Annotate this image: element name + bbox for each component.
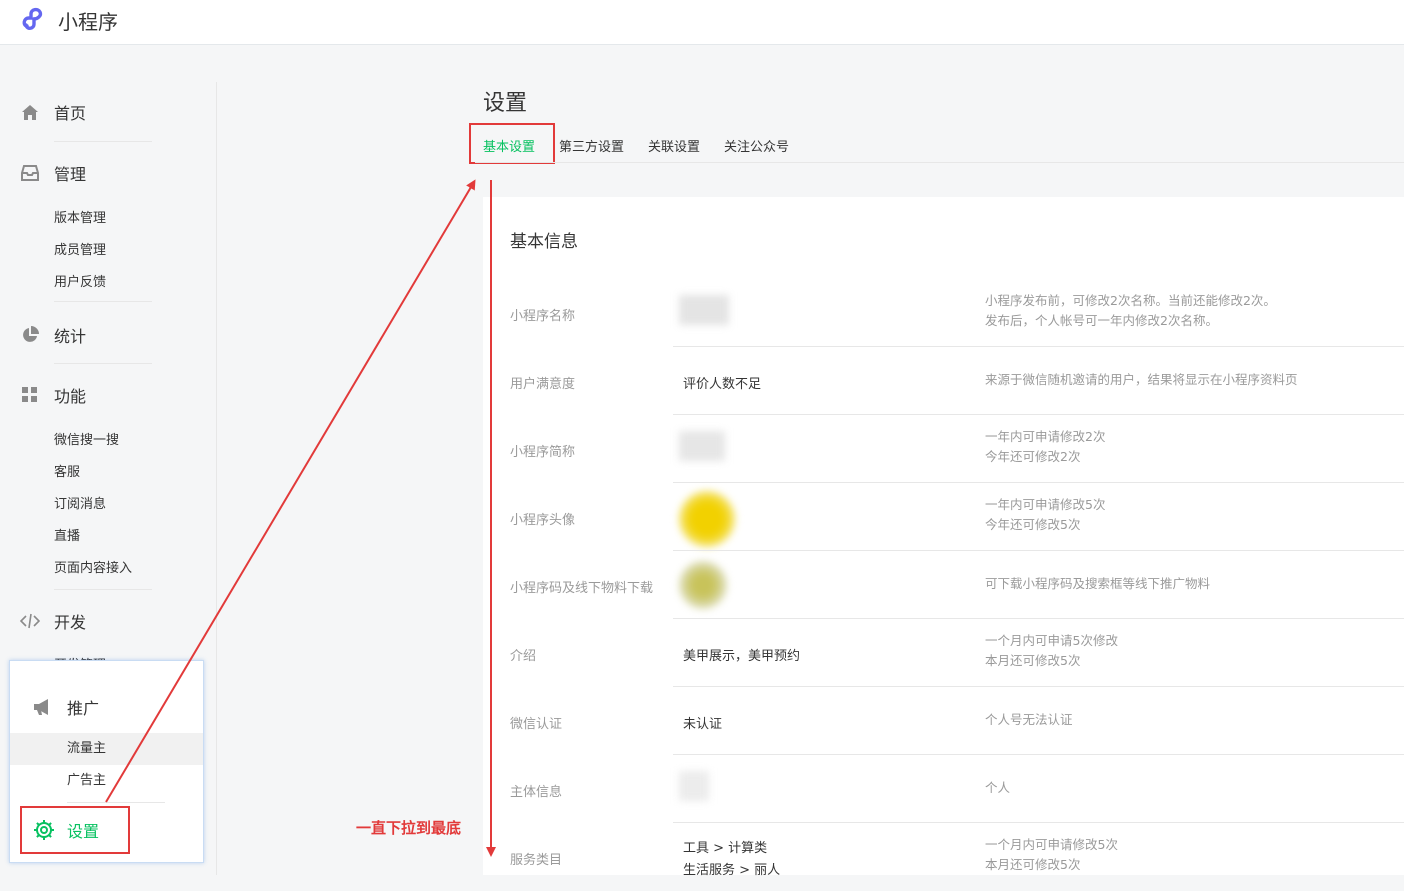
sidebar-item-label: 开发 bbox=[54, 613, 87, 632]
divider bbox=[67, 802, 165, 803]
basic-info-card: 基本信息 小程序名称 小程序发布前，可修改2次名称。当前还能修改2次。 发布后，… bbox=[483, 197, 1404, 878]
row-label: 小程序头像 bbox=[510, 513, 576, 528]
grid-icon bbox=[20, 385, 40, 405]
mini-program-logo-icon[interactable] bbox=[21, 6, 51, 32]
row-value: 未认证 bbox=[683, 717, 723, 732]
sidebar-item-advertiser[interactable]: 广告主 bbox=[10, 765, 203, 797]
promotion-popup-menu: 推广 流量主 广告主 设置 bbox=[9, 660, 204, 863]
divider bbox=[54, 363, 152, 364]
row-desc-1: 一个月内可申请5次修改 bbox=[985, 633, 1118, 648]
row-desc-2: 本月还可修改5次 bbox=[985, 857, 1081, 872]
annotation-text: 一直下拉到最底 bbox=[356, 819, 462, 837]
row-label: 小程序简称 bbox=[510, 445, 576, 460]
divider bbox=[54, 141, 152, 142]
row-label: 主体信息 bbox=[510, 785, 563, 800]
sidebar-item-label: 功能 bbox=[54, 387, 87, 406]
sidebar-item-features[interactable]: 功能 bbox=[20, 383, 86, 407]
row-desc-2: 发布后，个人帐号可一年内修改2次名称。 bbox=[985, 313, 1218, 328]
blurred-short-name bbox=[679, 431, 725, 461]
section-title: 基本信息 bbox=[510, 232, 578, 252]
row-label: 服务类目 bbox=[510, 853, 563, 868]
top-bar: 小程序 bbox=[0, 0, 1404, 45]
sidebar-item-settings[interactable]: 设置 bbox=[20, 806, 130, 854]
pie-chart-icon bbox=[20, 325, 40, 345]
row-desc-1: 小程序发布前，可修改2次名称。当前还能修改2次。 bbox=[985, 293, 1276, 308]
main-content: 设置 基本设置 第三方设置 关联设置 关注公众号 基本信息 小程序名称 小程序发… bbox=[217, 46, 1404, 878]
info-row-introduction: 介绍 美甲展示，美甲预约 一个月内可申请5次修改 本月还可修改5次 bbox=[483, 619, 1404, 687]
row-desc-1: 一年内可申请修改5次 bbox=[985, 497, 1106, 512]
row-desc-1: 个人号无法认证 bbox=[985, 712, 1073, 727]
sidebar-item-customer-service[interactable]: 客服 bbox=[54, 461, 80, 480]
sidebar-item-subscription-messages[interactable]: 订阅消息 bbox=[54, 493, 106, 512]
settings-label: 设置 bbox=[67, 822, 100, 841]
row-value-1: 工具 > 计算类 bbox=[683, 841, 768, 856]
megaphone-icon bbox=[33, 698, 53, 716]
row-desc-1: 来源于微信随机邀请的用户，结果将显示在小程序资料页 bbox=[985, 372, 1298, 387]
home-icon bbox=[20, 102, 40, 122]
sidebar-item-manage[interactable]: 管理 bbox=[20, 161, 86, 185]
tabs-underline bbox=[475, 162, 1404, 163]
sidebar-item-page-content-access[interactable]: 页面内容接入 bbox=[54, 557, 132, 576]
blurred-name bbox=[679, 295, 729, 325]
tab-third-party-settings[interactable]: 第三方设置 bbox=[559, 136, 624, 155]
sidebar-item-wechat-search[interactable]: 微信搜一搜 bbox=[54, 429, 119, 448]
row-value: 评价人数不足 bbox=[683, 377, 762, 392]
row-desc-2: 今年还可修改2次 bbox=[985, 449, 1081, 464]
info-row-wechat-verification: 微信认证 未认证 个人号无法认证 bbox=[483, 687, 1404, 755]
row-desc-1: 可下载小程序码及搜索框等线下推广物料 bbox=[985, 576, 1211, 591]
sidebar-item-member-management[interactable]: 成员管理 bbox=[54, 239, 106, 258]
info-row-entity: 主体信息 个人 bbox=[483, 755, 1404, 823]
sidebar-item-label: 统计 bbox=[54, 327, 87, 346]
row-desc-2: 本月还可修改5次 bbox=[985, 653, 1081, 668]
row-desc-1: 一年内可申请修改2次 bbox=[985, 429, 1106, 444]
sidebar-item-live-streaming[interactable]: 直播 bbox=[54, 525, 80, 544]
sidebar-item-traffic-owner[interactable]: 流量主 bbox=[10, 733, 203, 765]
row-label: 小程序码及线下物料下载 bbox=[510, 581, 654, 596]
info-row-name: 小程序名称 小程序发布前，可修改2次名称。当前还能修改2次。 发布后，个人帐号可… bbox=[483, 279, 1404, 347]
row-desc-2: 今年还可修改5次 bbox=[985, 517, 1081, 532]
sidebar-item-promotion[interactable]: 推广 bbox=[33, 695, 99, 719]
sidebar-item-development[interactable]: 开发 bbox=[20, 609, 86, 633]
row-desc-1: 个人 bbox=[985, 780, 1011, 795]
row-desc-1: 一个月内可申请修改5次 bbox=[985, 837, 1118, 852]
row-label: 用户满意度 bbox=[510, 377, 576, 392]
sidebar-item-label: 首页 bbox=[54, 104, 87, 123]
tab-related-settings[interactable]: 关联设置 bbox=[648, 136, 700, 155]
page-title: 设置 bbox=[483, 91, 528, 116]
row-label: 微信认证 bbox=[510, 717, 563, 732]
sidebar-item-version-management[interactable]: 版本管理 bbox=[54, 207, 106, 226]
info-row-service-category: 服务类目 工具 > 计算类 生活服务 > 丽人 一个月内可申请修改5次 本月还可… bbox=[483, 823, 1404, 891]
row-value: 美甲展示，美甲预约 bbox=[683, 649, 801, 664]
code-icon bbox=[20, 611, 40, 631]
sidebar-item-user-feedback[interactable]: 用户反馈 bbox=[54, 271, 106, 290]
sidebar-item-label: 管理 bbox=[54, 165, 87, 184]
row-value-2: 生活服务 > 丽人 bbox=[683, 863, 781, 878]
sidebar-item-label: 推广 bbox=[67, 699, 100, 718]
sidebar-item-statistics[interactable]: 统计 bbox=[20, 323, 86, 347]
blurred-entity bbox=[679, 771, 709, 801]
avatar[interactable] bbox=[679, 491, 735, 547]
inbox-icon bbox=[20, 163, 40, 183]
info-row-avatar: 小程序头像 一年内可申请修改5次 今年还可修改5次 bbox=[483, 483, 1404, 551]
info-row-qrcode: 小程序码及线下物料下载 可下载小程序码及搜索框等线下推广物料 bbox=[483, 551, 1404, 619]
gear-icon bbox=[34, 820, 54, 840]
row-label: 小程序名称 bbox=[510, 309, 576, 324]
row-label: 介绍 bbox=[510, 649, 537, 664]
info-row-satisfaction: 用户满意度 评价人数不足 来源于微信随机邀请的用户，结果将显示在小程序资料页 bbox=[483, 347, 1404, 415]
divider bbox=[54, 301, 152, 302]
tab-follow-official-account[interactable]: 关注公众号 bbox=[724, 136, 789, 155]
qrcode-thumbnail[interactable] bbox=[679, 561, 727, 609]
info-row-short-name: 小程序简称 一年内可申请修改2次 今年还可修改2次 bbox=[483, 415, 1404, 483]
app-name[interactable]: 小程序 bbox=[58, 6, 118, 35]
sidebar-item-home[interactable]: 首页 bbox=[20, 100, 86, 124]
divider bbox=[54, 589, 152, 590]
annotation-highlight-box bbox=[469, 123, 555, 164]
